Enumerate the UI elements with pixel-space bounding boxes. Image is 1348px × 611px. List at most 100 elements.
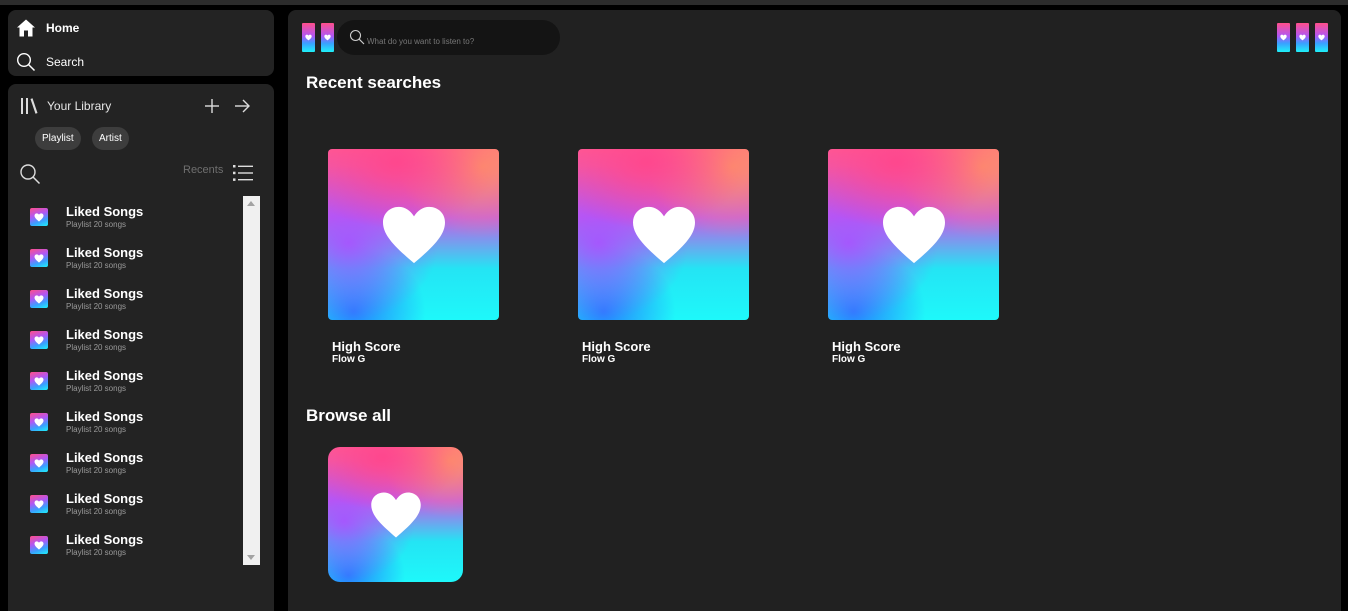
heart-icon <box>305 34 312 41</box>
list-item[interactable]: Liked Songs Playlist 20 songs <box>8 319 242 360</box>
nav-panel: Home Search <box>8 10 274 76</box>
library-list: Liked Songs Playlist 20 songs Liked Song… <box>8 196 242 565</box>
list-item[interactable]: Liked Songs Playlist 20 songs <box>8 196 242 237</box>
heart-icon <box>34 376 44 386</box>
card-title: High Score <box>332 339 401 354</box>
plus-icon[interactable] <box>202 96 222 116</box>
list-item-title: Liked Songs <box>66 245 144 260</box>
heart-icon <box>382 206 445 263</box>
playlist-thumbnail <box>30 536 48 554</box>
playlist-thumbnail <box>30 208 48 226</box>
list-item-subtitle: Playlist 20 songs <box>66 548 127 557</box>
card-title: High Score <box>832 339 901 354</box>
heart-icon <box>34 499 44 509</box>
library-search-icon[interactable] <box>19 163 41 185</box>
recent-search-card[interactable]: High Score Flow G <box>560 149 749 374</box>
card-title: High Score <box>582 339 651 354</box>
library-icon <box>21 98 38 114</box>
heart-icon <box>34 294 44 304</box>
heart-icon <box>1299 34 1306 41</box>
playlist-thumbnail <box>30 495 48 513</box>
recent-search-card[interactable]: High Score Flow G <box>810 149 999 374</box>
arrow-right-icon[interactable] <box>232 96 252 116</box>
list-item-subtitle: Playlist 20 songs <box>66 507 127 516</box>
window-top-bar <box>0 0 1348 5</box>
playlist-thumbnail <box>30 249 48 267</box>
scroll-down-arrow-icon[interactable] <box>247 555 255 560</box>
list-item-title: Liked Songs <box>66 532 144 547</box>
library-title: Your Library <box>47 99 112 113</box>
heart-icon <box>34 335 44 345</box>
nav-search-label: Search <box>46 55 85 69</box>
scroll-up-arrow-icon[interactable] <box>247 201 255 206</box>
album-cover <box>328 149 499 320</box>
heart-icon <box>34 458 44 468</box>
library-scrollbar[interactable] <box>243 196 260 565</box>
heart-icon <box>632 206 695 263</box>
search-icon <box>349 29 365 45</box>
home-icon <box>17 19 35 37</box>
list-item-subtitle: Playlist 20 songs <box>66 261 127 270</box>
card-artist: Flow G <box>332 354 366 365</box>
list-item-subtitle: Playlist 20 songs <box>66 466 127 475</box>
heart-icon <box>34 212 44 222</box>
heart-icon <box>34 417 44 427</box>
heart-icon <box>1318 34 1325 41</box>
nav-search[interactable]: Search <box>16 50 84 74</box>
list-item[interactable]: Liked Songs Playlist 20 songs <box>8 524 242 565</box>
card-artist: Flow G <box>582 354 616 365</box>
list-item-title: Liked Songs <box>66 327 144 342</box>
playlist-thumbnail <box>30 413 48 431</box>
heart-icon <box>34 540 44 550</box>
library-panel: Your Library Playlist Artist Recents Lik… <box>8 84 274 611</box>
header-thumbnail[interactable] <box>1277 23 1290 52</box>
main-search-bar[interactable] <box>337 20 560 55</box>
heart-icon <box>370 492 421 537</box>
library-header[interactable]: Your Library <box>20 94 111 118</box>
playlist-thumbnail <box>30 290 48 308</box>
heart-icon <box>882 206 945 263</box>
recent-search-card[interactable]: High Score Flow G <box>310 149 499 374</box>
list-item[interactable]: Liked Songs Playlist 20 songs <box>8 360 242 401</box>
list-item-title: Liked Songs <box>66 409 144 424</box>
header-thumbnail[interactable] <box>1315 23 1328 52</box>
browse-all-title: Browse all <box>306 406 392 425</box>
list-item-title: Liked Songs <box>66 491 144 506</box>
list-icon[interactable] <box>232 163 254 183</box>
filter-chip-playlist[interactable]: Playlist <box>35 127 81 150</box>
list-item-subtitle: Playlist 20 songs <box>66 425 127 434</box>
card-artist: Flow G <box>832 354 866 365</box>
list-item[interactable]: Liked Songs Playlist 20 songs <box>8 237 242 278</box>
search-icon <box>16 52 36 72</box>
heart-icon <box>324 34 331 41</box>
sort-recents[interactable]: Recents <box>183 164 223 176</box>
filter-chip-artist[interactable]: Artist <box>92 127 129 150</box>
search-input[interactable] <box>367 28 552 48</box>
heart-icon <box>34 253 44 263</box>
list-item[interactable]: Liked Songs Playlist 20 songs <box>8 401 242 442</box>
nav-back-thumbnail[interactable] <box>302 23 315 52</box>
list-item[interactable]: Liked Songs Playlist 20 songs <box>8 278 242 319</box>
list-item[interactable]: Liked Songs Playlist 20 songs <box>8 483 242 524</box>
playlist-thumbnail <box>30 372 48 390</box>
browse-category-tile[interactable] <box>328 447 463 582</box>
playlist-thumbnail <box>30 331 48 349</box>
list-item[interactable]: Liked Songs Playlist 20 songs <box>8 442 242 483</box>
list-item-title: Liked Songs <box>66 286 144 301</box>
album-cover <box>828 149 999 320</box>
list-item-title: Liked Songs <box>66 368 144 383</box>
nav-forward-thumbnail[interactable] <box>321 23 334 52</box>
list-item-title: Liked Songs <box>66 450 144 465</box>
playlist-thumbnail <box>30 454 48 472</box>
nav-home-label: Home <box>46 21 80 35</box>
header-thumbnail[interactable] <box>1296 23 1309 52</box>
main-panel: Recent searches High Score Flow G High S… <box>288 10 1341 611</box>
nav-home[interactable]: Home <box>16 16 79 40</box>
list-item-subtitle: Playlist 20 songs <box>66 384 127 393</box>
list-item-subtitle: Playlist 20 songs <box>66 343 127 352</box>
heart-icon <box>1280 34 1287 41</box>
list-item-subtitle: Playlist 20 songs <box>66 302 127 311</box>
list-item-subtitle: Playlist 20 songs <box>66 220 127 229</box>
recent-searches-title: Recent searches <box>306 73 442 92</box>
list-item-title: Liked Songs <box>66 204 144 219</box>
